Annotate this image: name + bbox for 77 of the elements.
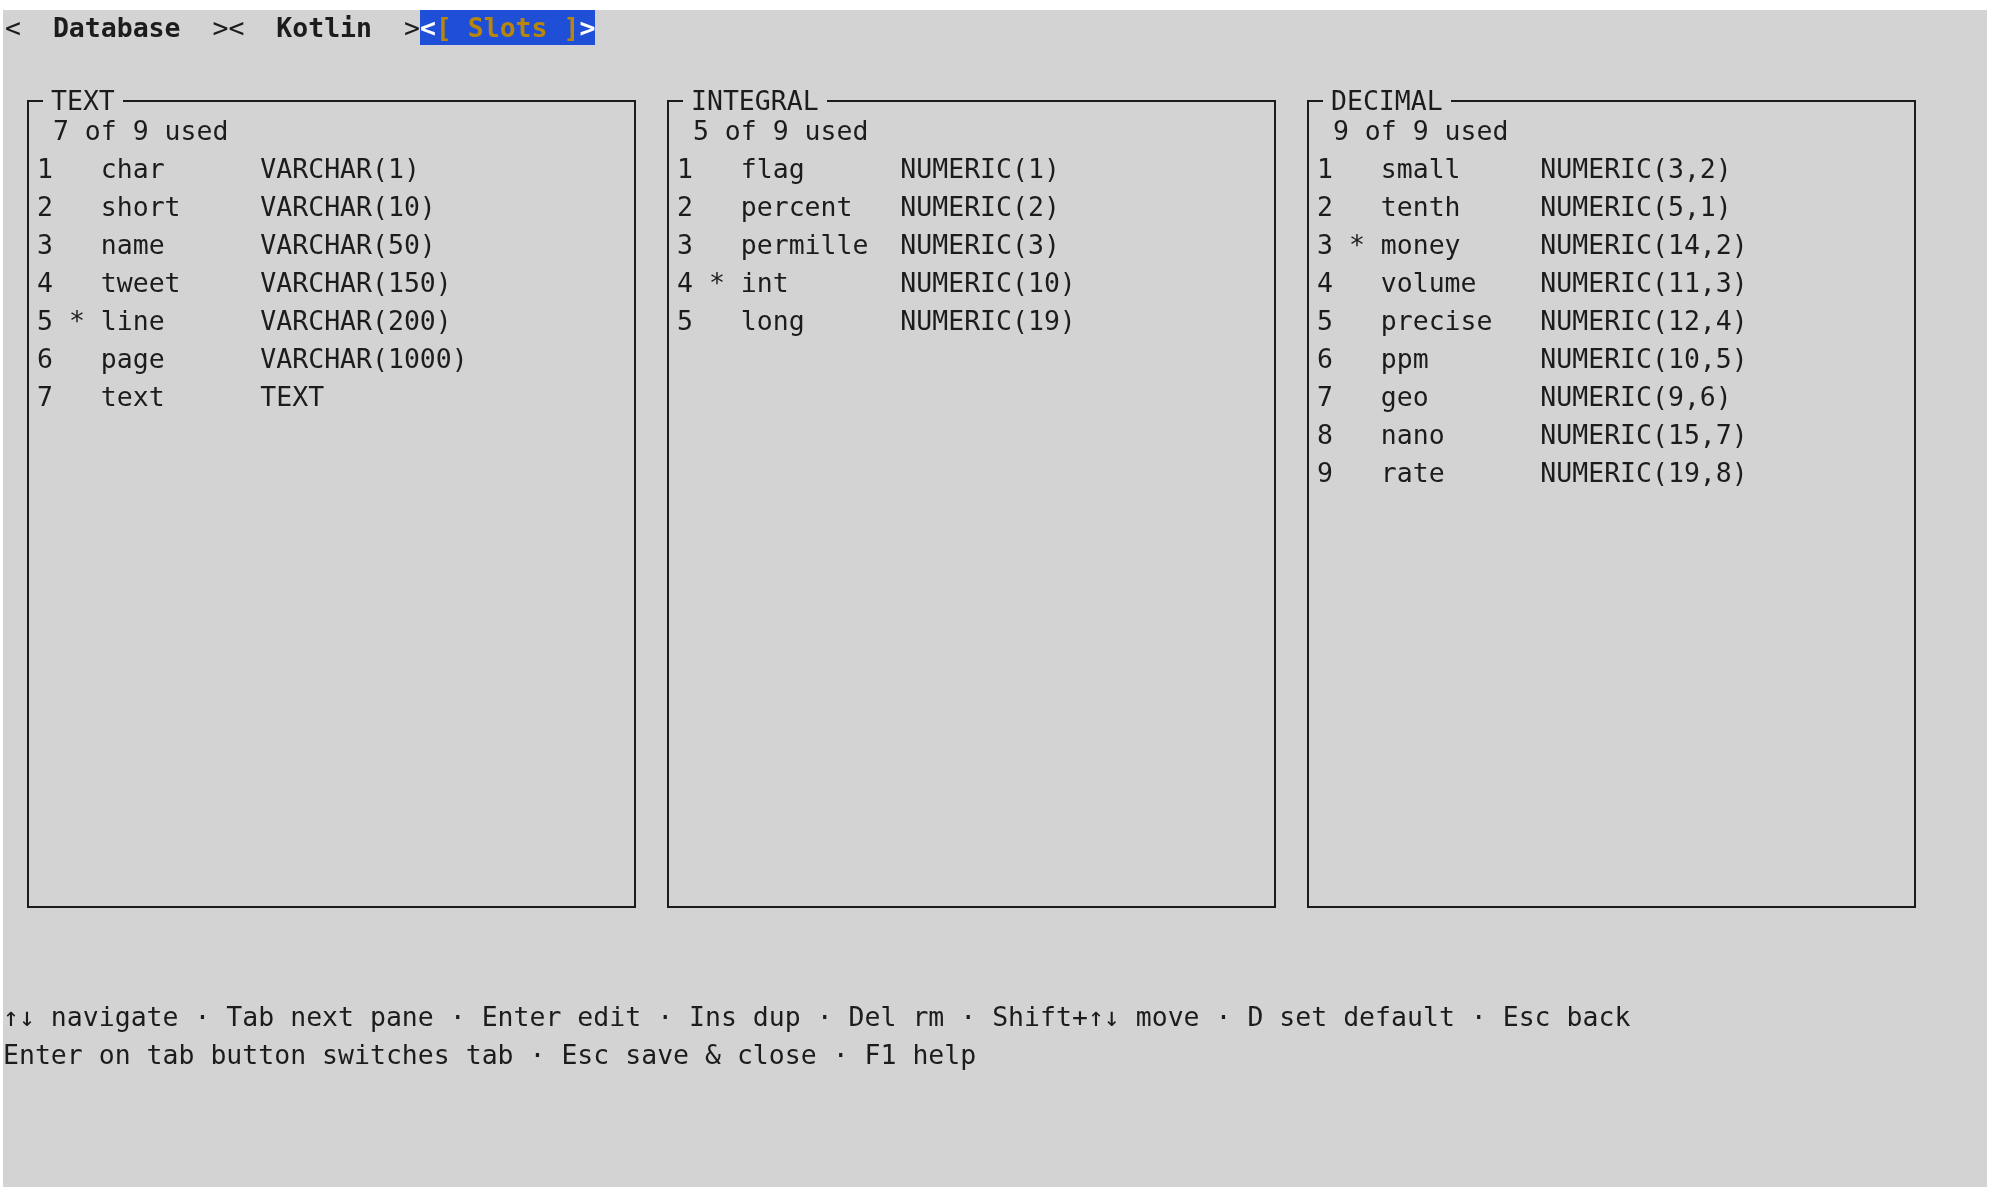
tab[interactable]: <[ Slots ]> [419, 10, 596, 45]
slot-name[interactable]: short [100, 191, 181, 222]
slot-name[interactable]: rate [1380, 457, 1445, 488]
slot-type: VARCHAR(10) [260, 190, 436, 224]
slot-number: 3 [676, 228, 694, 262]
default-marker: * [1348, 229, 1365, 260]
slot-name[interactable]: nano [1380, 419, 1445, 450]
slot-name[interactable]: ppm [1380, 343, 1429, 374]
slot-number: 7 [36, 380, 54, 414]
usage-count: 7 of 9 used [51, 114, 230, 148]
slot-number: 5 [36, 304, 54, 338]
slot-name[interactable]: char [100, 153, 165, 184]
slot-number: 5 [676, 304, 694, 338]
slot-name[interactable]: page [100, 343, 165, 374]
slot-number: 4 [1316, 266, 1334, 300]
slot-type: NUMERIC(19) [900, 304, 1076, 338]
slot-number: 2 [36, 190, 54, 224]
slot-type: NUMERIC(2) [900, 190, 1060, 224]
slot-type: VARCHAR(200) [260, 304, 452, 338]
slot-number: 2 [676, 190, 694, 224]
pane-title: INTEGRAL [689, 88, 820, 114]
slot-number: 5 [1316, 304, 1334, 338]
key-help: Enter on tab button switches tab · Esc save & close · F1 help [3, 1039, 977, 1070]
slot-name[interactable]: small [1380, 153, 1461, 184]
tab[interactable]: < Kotlin > [228, 10, 420, 45]
pane-title: DECIMAL [1329, 88, 1444, 114]
slot-name[interactable]: line [100, 305, 165, 336]
slot-type: NUMERIC(10) [900, 266, 1076, 300]
pane-title: TEXT [49, 88, 116, 114]
slot-type: NUMERIC(10,5) [1540, 342, 1748, 376]
slot-number: 6 [36, 342, 54, 376]
tab[interactable]: < Database > [5, 10, 229, 45]
slot-number: 6 [1316, 342, 1334, 376]
slot-type: NUMERIC(14,2) [1540, 228, 1748, 262]
slot-type: VARCHAR(150) [260, 266, 452, 300]
slot-number: 1 [676, 152, 694, 186]
slot-type: VARCHAR(50) [260, 228, 436, 262]
slot-number: 1 [36, 152, 54, 186]
slot-name[interactable]: name [100, 229, 165, 260]
default-marker: * [708, 267, 725, 298]
slot-type: VARCHAR(1) [260, 152, 420, 186]
slot-type: NUMERIC(3,2) [1540, 152, 1732, 186]
slot-number: 4 [36, 266, 54, 300]
slot-number: 2 [1316, 190, 1334, 224]
default-marker: * [68, 305, 85, 336]
slot-type: NUMERIC(3) [900, 228, 1060, 262]
slot-name[interactable]: long [740, 305, 805, 336]
usage-count: 9 of 9 used [1331, 114, 1510, 148]
slot-name[interactable]: precise [1380, 305, 1493, 336]
slot-number: 1 [1316, 152, 1334, 186]
slot-type: VARCHAR(1000) [260, 342, 468, 376]
slot-type: NUMERIC(9,6) [1540, 380, 1732, 414]
slot-type: TEXT [260, 380, 325, 414]
slot-number: 8 [1316, 418, 1334, 452]
slot-type: NUMERIC(12,4) [1540, 304, 1748, 338]
slot-number: 3 [1316, 228, 1334, 262]
slot-type: NUMERIC(15,7) [1540, 418, 1748, 452]
slot-type: NUMERIC(11,3) [1540, 266, 1748, 300]
slot-name[interactable]: money [1380, 229, 1461, 260]
slot-name[interactable]: tweet [100, 267, 181, 298]
slot-type: NUMERIC(5,1) [1540, 190, 1732, 224]
usage-count: 5 of 9 used [691, 114, 870, 148]
slot-number: 7 [1316, 380, 1334, 414]
slot-name[interactable]: volume [1380, 267, 1477, 298]
slot-name[interactable]: geo [1380, 381, 1429, 412]
slot-number: 9 [1316, 456, 1334, 490]
slot-type: NUMERIC(19,8) [1540, 456, 1748, 490]
slot-name[interactable]: percent [740, 191, 853, 222]
slot-name[interactable]: flag [740, 153, 805, 184]
key-help: ↑↓ navigate · Tab next pane · Enter edit · Ins dup · Del rm · Shift+↑↓ move · D set default · Esc back [3, 1001, 1631, 1032]
slot-name[interactable]: text [100, 381, 165, 412]
slot-name[interactable]: int [740, 267, 789, 298]
slot-number: 3 [36, 228, 54, 262]
slot-type: NUMERIC(1) [900, 152, 1060, 186]
slot-name[interactable]: tenth [1380, 191, 1461, 222]
slot-number: 4 [676, 266, 694, 300]
slot-name[interactable]: permille [740, 229, 869, 260]
